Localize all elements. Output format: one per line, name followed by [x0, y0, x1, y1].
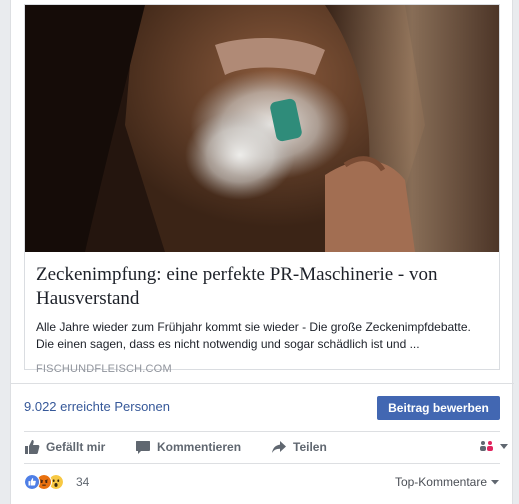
divider: [24, 463, 500, 464]
divider: [24, 431, 500, 432]
link-preview-image[interactable]: [25, 5, 499, 252]
like-label: Gefällt mir: [46, 440, 106, 454]
link-domain: FISCHUNDFLEISCH.COM: [36, 363, 172, 375]
reactions-row: 34 Top-Kommentare: [24, 471, 500, 493]
share-label: Teilen: [293, 440, 327, 454]
people-icon: [480, 441, 493, 451]
chevron-down-icon: [491, 480, 499, 485]
post-card: Zeckenimpfung: eine perfekte PR-Maschine…: [10, 0, 514, 504]
divider: [11, 383, 514, 384]
comment-button[interactable]: Kommentieren: [135, 436, 241, 458]
comment-sort-label: Top-Kommentare: [394, 475, 487, 489]
boost-post-button[interactable]: Beitrag bewerben: [377, 396, 500, 420]
chevron-down-icon: [500, 444, 508, 449]
thumbs-up-icon: [25, 440, 40, 454]
comment-sort-dropdown[interactable]: Top-Kommentare: [395, 475, 500, 489]
action-bar: Gefällt mir Kommentieren Teilen: [24, 436, 508, 458]
comment-icon: [136, 441, 150, 454]
reaction-icons[interactable]: [24, 474, 76, 490]
share-button[interactable]: Teilen: [271, 436, 327, 458]
comment-label: Kommentieren: [157, 440, 242, 454]
like-button[interactable]: Gefällt mir: [24, 436, 105, 458]
link-preview[interactable]: Zeckenimpfung: eine perfekte PR-Maschine…: [24, 4, 500, 375]
reaction-count[interactable]: 34: [76, 475, 89, 489]
audience-selector[interactable]: [479, 440, 510, 452]
share-arrow-icon: [272, 441, 286, 453]
like-reaction-icon: [24, 474, 40, 490]
link-title[interactable]: Zeckenimpfung: eine perfekte PR-Maschine…: [36, 263, 492, 311]
photo-smoking-man: [25, 5, 499, 252]
link-description: Alle Jahre wieder zum Frühjahr kommt sie…: [36, 320, 471, 351]
reach-link[interactable]: 9.022 erreichte Personen: [24, 399, 170, 414]
